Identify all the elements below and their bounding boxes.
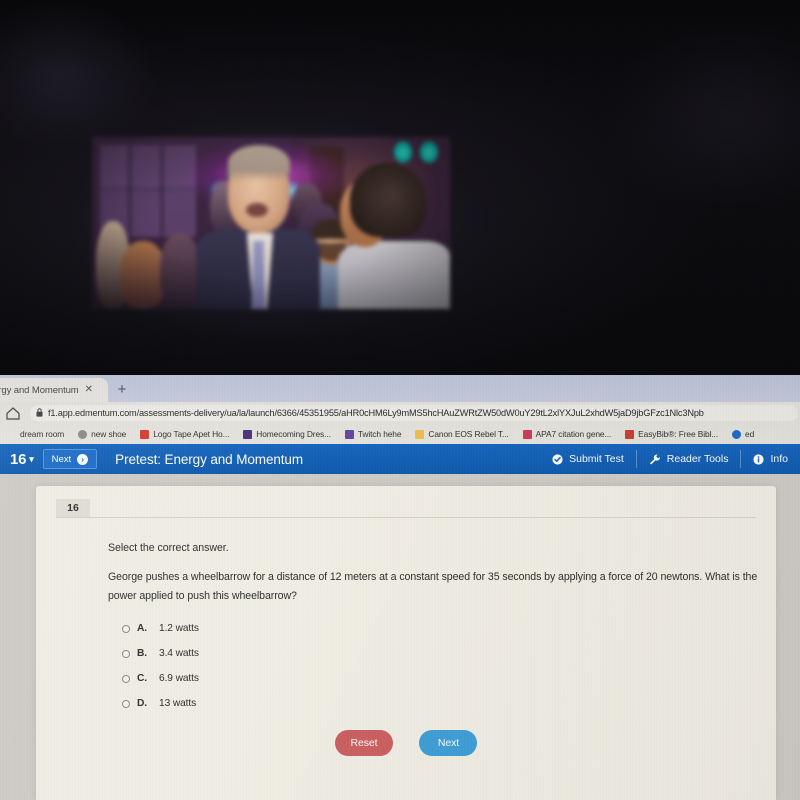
bookmark-label: Homecoming Dres... [256, 429, 331, 439]
option-text: 3.4 watts [159, 648, 199, 659]
question-prompt: Select the correct answer. [108, 542, 229, 554]
bookmark-label: Logo Tape Apet Ho... [153, 429, 230, 439]
radio-button[interactable] [122, 699, 130, 708]
option-letter: B. [137, 648, 147, 659]
bookmark-favicon [243, 429, 253, 439]
bookmark-label: ed [745, 429, 755, 439]
question-number-value: 16 [10, 450, 27, 468]
reset-button[interactable]: Reset [334, 730, 394, 756]
bookmark-item[interactable]: Twitch hehe [338, 429, 409, 439]
card-divider [56, 517, 756, 518]
bookmark-favicon [344, 429, 354, 439]
bookmark-favicon [522, 429, 532, 439]
bookmark-label: dream room [20, 429, 65, 439]
option-text: 1.2 watts [159, 623, 199, 634]
answer-option-d[interactable]: D. 13 watts [122, 691, 199, 716]
bookmarks-bar: dream room new shoe Logo Tape Apet Ho...… [0, 424, 800, 444]
room-glow-left [0, 0, 160, 150]
question-card: 16 Select the correct answer. George pus… [36, 486, 776, 800]
bookmark-label: Canon EOS Rebel T... [428, 429, 509, 439]
question-badge: 16 [56, 499, 90, 517]
option-text: 6.9 watts [159, 673, 199, 684]
address-bar[interactable]: f1.app.edmentum.com/assessments-delivery… [30, 405, 798, 421]
bookmark-item[interactable]: new shoe [71, 429, 133, 439]
check-circle-icon [552, 453, 563, 465]
info-label: Info [770, 453, 788, 465]
bookmark-item[interactable]: EasyBib®: Free Bibl... [618, 429, 725, 439]
option-letter: D. [137, 698, 147, 709]
bookmark-item[interactable]: ed [725, 429, 761, 439]
bookmark-favicon [625, 429, 635, 439]
radio-button[interactable] [122, 649, 130, 658]
screenshot-root: nergy and Momentum ✕ + f1.app.edmentum.c… [0, 0, 800, 800]
url-text: f1.app.edmentum.com/assessments-delivery… [48, 408, 704, 418]
browser-window: nergy and Momentum ✕ + f1.app.edmentum.c… [0, 375, 800, 800]
bookmark-label: Twitch hehe [357, 429, 402, 439]
home-icon[interactable] [4, 405, 22, 421]
submit-test-button[interactable]: Submit Test [540, 450, 636, 468]
bookmark-item[interactable]: APA7 citation gene... [516, 429, 619, 439]
question-stem: George pushes a wheelbarrow for a distan… [108, 571, 758, 602]
wrench-icon [649, 454, 660, 464]
browser-tab-active[interactable]: nergy and Momentum ✕ [0, 378, 108, 402]
option-letter: A. [137, 623, 147, 634]
reader-tools-label: Reader Tools [666, 453, 729, 465]
edmentum-app: 16 ▾ Next › Pretest: Energy and Momentum… [0, 444, 800, 800]
info-circle-icon [753, 453, 765, 465]
reader-tools-button[interactable]: Reader Tools [635, 450, 741, 468]
bookmark-item[interactable]: Homecoming Dres... [236, 429, 338, 439]
chevron-down-icon: ▾ [29, 453, 34, 464]
info-button[interactable]: Info [740, 450, 800, 468]
next-button[interactable]: Next [419, 730, 478, 756]
tv-vignette [92, 137, 450, 309]
option-letter: C. [137, 673, 147, 684]
lock-icon [36, 405, 43, 421]
next-button-toolbar-label: Next [51, 453, 72, 465]
bookmark-favicon [415, 429, 425, 439]
bookmark-favicon [732, 429, 742, 439]
bookmark-favicon [7, 429, 16, 439]
bookmark-favicon [78, 429, 88, 439]
submit-test-label: Submit Test [569, 453, 624, 465]
bookmark-item[interactable]: Logo Tape Apet Ho... [133, 429, 236, 439]
option-text: 13 watts [159, 698, 197, 709]
bookmark-item[interactable]: Canon EOS Rebel T... [408, 429, 515, 439]
page-title: Pretest: Energy and Momentum [115, 451, 303, 467]
answer-option-c[interactable]: C. 6.9 watts [122, 666, 199, 691]
radio-button[interactable] [122, 624, 130, 633]
new-tab-icon[interactable]: + [113, 381, 131, 399]
room-glow-right [600, 20, 800, 220]
arrow-right-circle-icon: › [77, 453, 89, 465]
bookmark-item[interactable]: dream room [0, 429, 71, 439]
answer-option-a[interactable]: A. 1.2 watts [122, 616, 199, 641]
answer-option-b[interactable]: B. 3.4 watts [122, 641, 199, 666]
bookmark-favicon [140, 429, 150, 439]
question-number-dropdown[interactable]: 16 ▾ [0, 451, 43, 468]
bookmark-label: EasyBib®: Free Bibl... [638, 429, 719, 439]
radio-button[interactable] [122, 674, 130, 683]
close-icon[interactable]: ✕ [85, 385, 93, 395]
next-button-toolbar[interactable]: Next › [42, 449, 98, 469]
assessment-toolbar: 16 ▾ Next › Pretest: Energy and Momentum… [0, 444, 800, 474]
omnibox-row: f1.app.edmentum.com/assessments-delivery… [0, 402, 800, 424]
tv-video-still [92, 137, 450, 309]
tab-strip: nergy and Momentum ✕ + [0, 375, 800, 402]
toolbar-actions: Submit Test Reader Tools Info [540, 444, 800, 474]
tab-title: nergy and Momentum [0, 384, 79, 396]
bookmark-label: new shoe [91, 429, 127, 439]
answer-choices: A. 1.2 watts B. 3.4 watts C. 6.9 watts D… [122, 616, 199, 716]
question-actions: Reset Next [36, 730, 776, 756]
bookmark-label: APA7 citation gene... [535, 429, 612, 439]
